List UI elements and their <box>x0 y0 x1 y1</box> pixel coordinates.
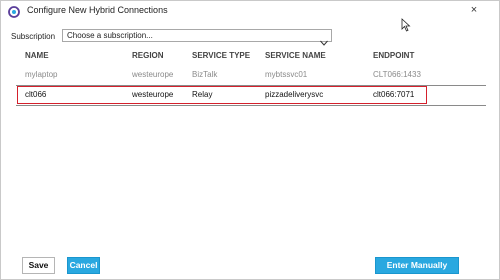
column-header-region[interactable]: REGION <box>132 51 164 60</box>
chevron-down-icon <box>320 33 328 46</box>
save-button[interactable]: Save <box>22 257 55 274</box>
hybrid-connection-icon <box>8 5 20 18</box>
close-icon[interactable]: × <box>467 3 481 17</box>
column-header-service-name[interactable]: SERVICE NAME <box>265 51 326 60</box>
column-header-service-type[interactable]: SERVICE TYPE <box>192 51 250 60</box>
column-header-name[interactable]: NAME <box>25 51 49 60</box>
subscription-select[interactable]: Choose a subscription... <box>62 29 332 46</box>
window-title: Configure New Hybrid Connections <box>27 5 168 15</box>
subscription-select-value: Choose a subscription... <box>67 31 153 40</box>
row-divider <box>16 105 486 106</box>
enter-manually-button[interactable]: Enter Manually <box>375 257 459 274</box>
subscription-label: Subscription <box>11 32 56 41</box>
cancel-button[interactable]: Cancel <box>67 257 100 274</box>
cell-endpoint: CLT066:1433 <box>373 70 421 79</box>
cell-service-name: mybtssvc01 <box>265 70 308 79</box>
title-bar: Configure New Hybrid Connections × <box>1 1 499 21</box>
mouse-pointer-icon <box>401 18 411 32</box>
table-row[interactable]: mylaptop westeurope BizTalk mybtssvc01 C… <box>16 67 486 83</box>
cell-region: westeurope <box>132 70 174 79</box>
cell-service-type: BizTalk <box>192 70 218 79</box>
cell-name: mylaptop <box>25 70 58 79</box>
selection-highlight <box>17 86 427 104</box>
column-header-endpoint[interactable]: ENDPOINT <box>373 51 414 60</box>
dialog-window: Configure New Hybrid Connections × Subsc… <box>0 0 500 280</box>
